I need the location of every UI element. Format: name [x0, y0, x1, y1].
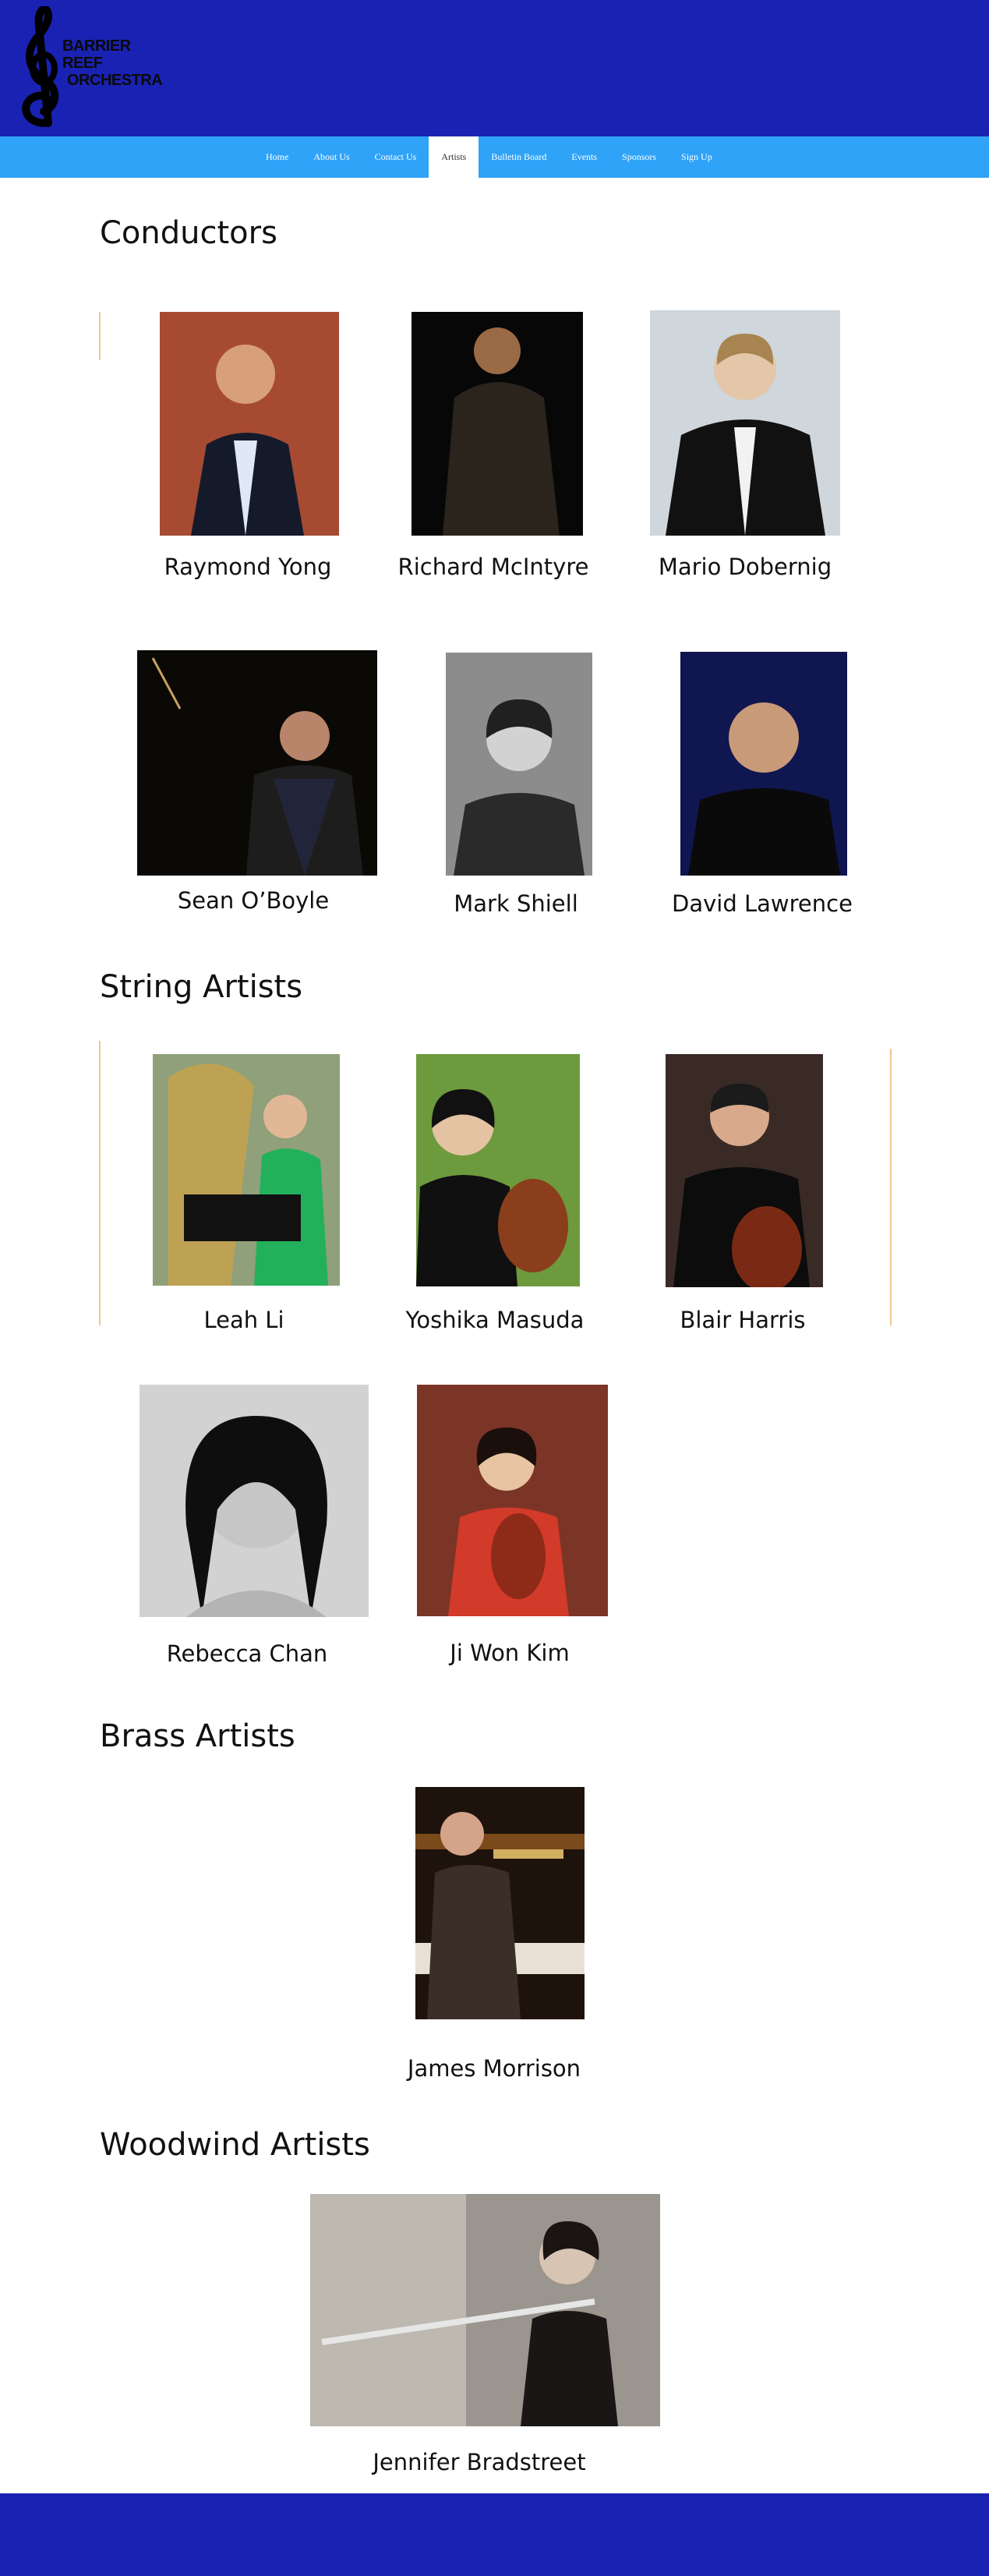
nav-item-events[interactable]: Events	[559, 136, 609, 178]
artist-name: Mark Shiell	[454, 890, 578, 917]
artist-name: David Lawrence	[672, 890, 853, 917]
brass-artists-heading: Brass Artists	[100, 1718, 295, 1754]
artist-photo-yoshika-masuda	[416, 1054, 580, 1286]
accent-divider	[890, 1049, 892, 1325]
artist-photo-richard-mcintyre	[411, 312, 583, 536]
artist-photo-mark-shiell	[446, 653, 592, 876]
orchestra-logo[interactable]: BARRIER REEF ORCHESTRA	[14, 5, 163, 131]
artist-photo-mario-dobernig	[650, 310, 840, 536]
site-header: BARRIER REEF ORCHESTRA	[0, 0, 989, 136]
artist-name: Jennifer Bradstreet	[373, 2449, 586, 2475]
conductors-heading: Conductors	[100, 215, 277, 251]
artist-name: Sean O’Boyle	[177, 887, 330, 914]
artist-name: Ji Won Kim	[450, 1640, 570, 1666]
artist-name: Richard McIntyre	[397, 554, 589, 580]
nav-item-sponsors[interactable]: Sponsors	[609, 136, 669, 178]
artist-photo-james-morrison	[415, 1787, 585, 2019]
nav-item-sign-up[interactable]: Sign Up	[669, 136, 725, 178]
artist-photo-jennifer-bradstreet	[310, 2194, 660, 2426]
artist-photo-rebecca-chan	[140, 1385, 369, 1617]
artist-name: Mario Dobernig	[658, 554, 832, 580]
artist-name: Leah Li	[203, 1307, 284, 1333]
artist-name: Yoshika Masuda	[405, 1307, 585, 1333]
artist-name: Raymond Yong	[164, 554, 332, 580]
artist-name: James Morrison	[407, 2055, 581, 2082]
nav-item-home[interactable]: Home	[253, 136, 301, 178]
artist-photo-blair-harris	[666, 1054, 823, 1287]
main-nav: Home About Us Contact Us Artists Bulleti…	[0, 136, 989, 178]
artist-photo-sean-oboyle	[137, 650, 377, 876]
nav-item-contact-us[interactable]: Contact Us	[362, 136, 429, 178]
nav-item-about-us[interactable]: About Us	[301, 136, 362, 178]
artist-name: Rebecca Chan	[166, 1640, 328, 1667]
artist-photo-ji-won-kim	[417, 1385, 608, 1616]
logo-line-2: ORCHESTRA	[67, 72, 163, 89]
string-artists-heading: String Artists	[100, 969, 303, 1005]
site-footer	[0, 2493, 989, 2576]
artist-photo-leah-li	[153, 1054, 340, 1286]
artist-photo-raymond-yong	[160, 312, 339, 536]
accent-divider	[99, 1041, 101, 1325]
woodwind-artists-heading: Woodwind Artists	[100, 2127, 370, 2163]
logo-line-1: BARRIER REEF	[62, 37, 131, 72]
artist-name: Blair Harris	[680, 1307, 806, 1333]
nav-item-bulletin-board[interactable]: Bulletin Board	[479, 136, 559, 178]
accent-divider	[99, 312, 101, 360]
artist-photo-david-lawrence	[680, 652, 847, 876]
nav-item-artists[interactable]: Artists	[429, 136, 479, 178]
